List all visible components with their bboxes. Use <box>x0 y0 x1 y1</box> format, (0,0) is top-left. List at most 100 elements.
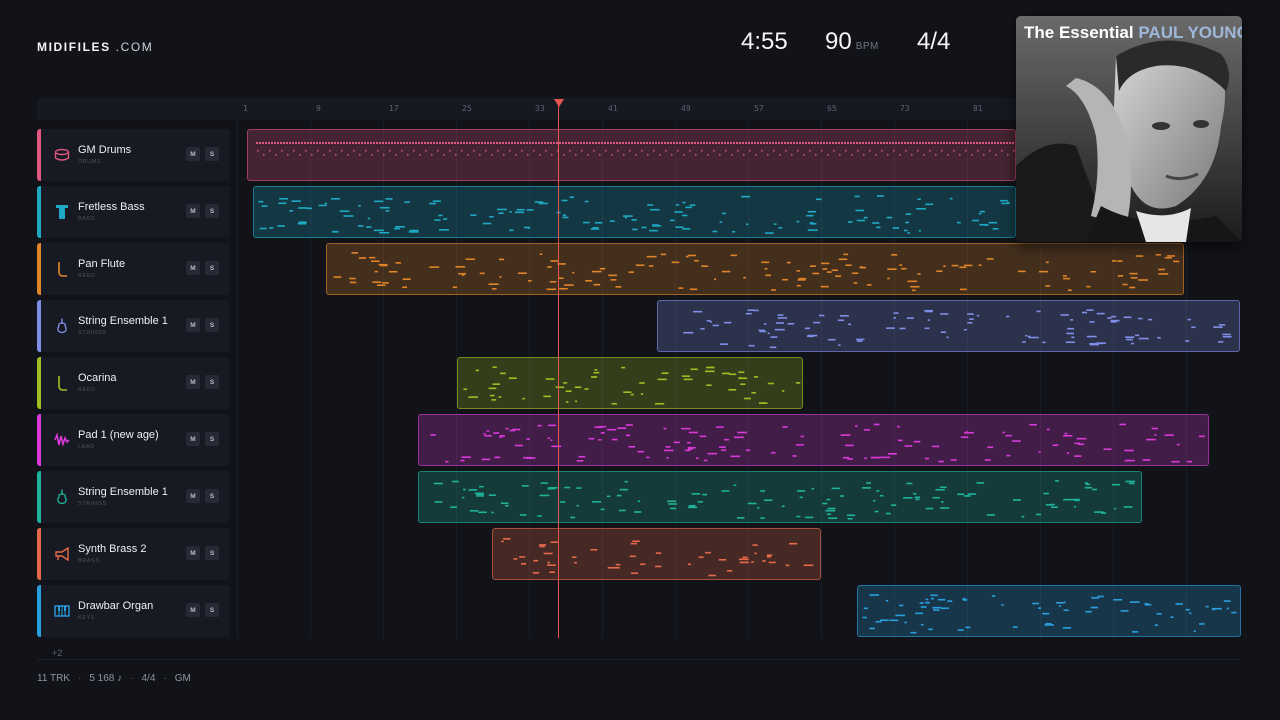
track-category: STRINGS <box>78 330 107 336</box>
track-header[interactable]: Drawbar Organ KEYS M S <box>37 585 230 637</box>
midi-clip[interactable] <box>857 585 1241 637</box>
track-name: Synth Brass 2 <box>78 543 147 555</box>
playhead-handle[interactable] <box>554 99 564 107</box>
drum-icon <box>53 146 71 164</box>
track-name: String Ensemble 1 <box>78 315 168 327</box>
midi-clip[interactable] <box>247 129 1016 181</box>
logo-suffix: .COM <box>110 40 154 54</box>
more-tracks-indicator[interactable]: +2 <box>52 648 62 658</box>
track-category: LEAD <box>78 444 95 450</box>
album-title-prefix: The Essential <box>1024 23 1134 42</box>
track-color-bar <box>37 129 41 181</box>
note-pattern <box>683 309 1232 349</box>
logo-main: MIDIFILES <box>37 40 111 54</box>
track-category: KEYS <box>78 615 96 621</box>
midi-clip[interactable] <box>326 243 1184 295</box>
midi-standard: GM <box>174 673 191 684</box>
track-color-bar <box>37 300 41 352</box>
midi-clip[interactable] <box>418 471 1142 523</box>
ruler-tick-label: 41 <box>608 104 618 113</box>
ruler-tick-label: 81 <box>973 104 983 113</box>
mute-button[interactable]: M <box>186 147 200 161</box>
mute-button[interactable]: M <box>186 318 200 332</box>
note-pattern <box>862 594 1237 634</box>
track-header[interactable]: Pad 1 (new age) LEAD M S <box>37 414 230 466</box>
mute-button[interactable]: M <box>186 432 200 446</box>
mute-button[interactable]: M <box>186 375 200 389</box>
track-header[interactable]: Pan Flute REED M S <box>37 243 230 295</box>
solo-button[interactable]: S <box>205 318 219 332</box>
track-header[interactable]: Fretless Bass BASS M S <box>37 186 230 238</box>
solo-button[interactable]: S <box>205 603 219 617</box>
album-portrait <box>1016 16 1242 242</box>
track-count: 11 TRK <box>37 673 70 684</box>
grid-line <box>237 120 238 638</box>
flute-icon <box>53 260 71 278</box>
ruler-tick-label: 17 <box>389 104 399 113</box>
track-header[interactable]: Ocarina REED M S <box>37 357 230 409</box>
ruler-tick-label: 73 <box>900 104 910 113</box>
track-header[interactable]: String Ensemble 1 STRINGS M S <box>37 471 230 523</box>
note-pattern <box>463 366 801 405</box>
track-name: String Ensemble 1 <box>78 486 168 498</box>
wave-icon <box>53 431 71 449</box>
time-signature: 4/4 <box>917 28 951 55</box>
track-category: BRASS <box>78 558 100 564</box>
track-header[interactable]: String Ensemble 1 STRINGS M S <box>37 300 230 352</box>
mute-button[interactable]: M <box>186 489 200 503</box>
mute-button[interactable]: M <box>186 546 200 560</box>
solo-button[interactable]: S <box>205 375 219 389</box>
track-color-bar <box>37 186 41 238</box>
solo-button[interactable]: S <box>205 204 219 218</box>
footer-divider <box>37 659 1240 660</box>
note-pattern <box>501 538 814 577</box>
track-name: Drawbar Organ <box>78 600 154 612</box>
album-cover: The Essential PAUL YOUNG <box>1016 16 1242 242</box>
mute-button[interactable]: M <box>186 261 200 275</box>
midi-clip[interactable] <box>253 186 1016 238</box>
ruler-tick-label: 33 <box>535 104 545 113</box>
solo-button[interactable]: S <box>205 546 219 560</box>
tempo-value: 90 <box>825 28 852 55</box>
note-pattern <box>430 423 1205 463</box>
bass-icon <box>53 203 71 221</box>
track-color-bar <box>37 243 41 295</box>
playhead[interactable] <box>558 104 559 638</box>
track-category: DRUMS <box>78 159 102 165</box>
note-pattern <box>433 480 1136 520</box>
ruler-tick-label: 57 <box>754 104 764 113</box>
track-color-bar <box>37 528 41 580</box>
track-header[interactable]: Synth Brass 2 BRASS M S <box>37 528 230 580</box>
note-count: 5 168 ♪ <box>89 673 123 684</box>
midi-clip[interactable] <box>492 528 821 580</box>
ruler-tick-label: 65 <box>827 104 837 113</box>
track-category: REED <box>78 387 96 393</box>
track-color-bar <box>37 585 41 637</box>
footer-time-signature: 4/4 <box>141 673 156 684</box>
ruler-tick-label: 49 <box>681 104 691 113</box>
solo-button[interactable]: S <box>205 261 219 275</box>
solo-button[interactable]: S <box>205 147 219 161</box>
track-category: REED <box>78 273 96 279</box>
track-name: GM Drums <box>78 144 132 156</box>
note-pattern <box>333 252 1180 292</box>
track-name: Pad 1 (new age) <box>78 429 159 441</box>
track-color-bar <box>37 471 41 523</box>
tempo-display: 90 BPM <box>825 28 879 56</box>
solo-button[interactable]: S <box>205 432 219 446</box>
site-logo[interactable]: MIDIFILES .COM <box>37 40 153 54</box>
track-color-bar <box>37 357 41 409</box>
solo-button[interactable]: S <box>205 489 219 503</box>
horn-icon <box>53 545 71 563</box>
mute-button[interactable]: M <box>186 603 200 617</box>
midi-clip[interactable] <box>418 414 1209 466</box>
track-header[interactable]: GM Drums DRUMS M S <box>37 129 230 181</box>
keyboard-icon <box>53 602 71 620</box>
midi-clip[interactable] <box>657 300 1240 352</box>
mute-button[interactable]: M <box>186 204 200 218</box>
midi-clip[interactable] <box>457 357 803 409</box>
violin-icon <box>53 317 71 335</box>
song-duration: 4:55 <box>741 28 788 55</box>
track-name: Ocarina <box>78 372 117 384</box>
track-name: Pan Flute <box>78 258 126 270</box>
